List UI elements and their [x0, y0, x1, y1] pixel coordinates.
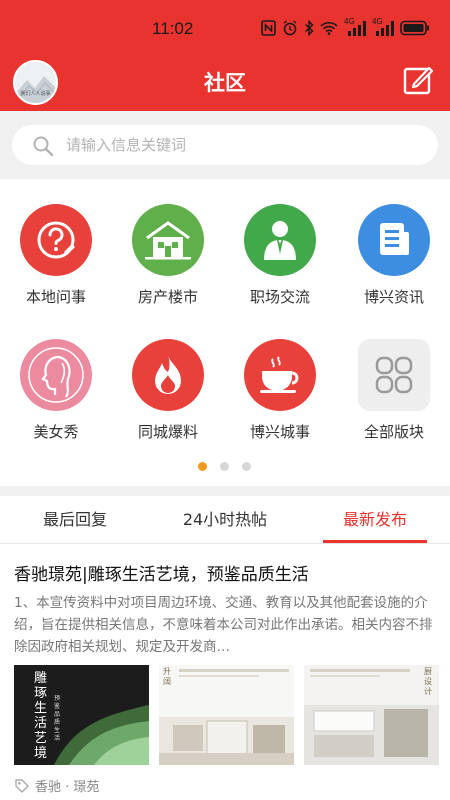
thumbnail-1-text: 雕琢生活艺境	[34, 671, 48, 761]
active-tab-underline	[323, 540, 427, 543]
post-description: 1、本宣传资料中对项目周边环境、交通、教育以及其他配套设施的介绍，旨在提供相关信…	[14, 595, 433, 655]
category-real-estate[interactable]: 房产楼市	[112, 204, 224, 307]
teacup-icon	[244, 339, 316, 411]
battery-icon	[400, 20, 429, 36]
category-label: 美女秀	[33, 423, 79, 441]
tab-last-reply[interactable]: 最后回复	[20, 496, 130, 544]
category-local-questions[interactable]: 本地问事	[0, 204, 112, 307]
question-icon	[20, 204, 92, 276]
search-icon	[33, 136, 54, 157]
category-label: 职场交流	[249, 288, 310, 306]
post-thumbnails: 雕琢生活艺境 预鉴品质生活 升阔 厨设计	[14, 665, 439, 765]
thumbnail-1-subtext: 预鉴品质生活	[54, 695, 61, 742]
signal-label-1: 4G	[344, 17, 355, 26]
thumbnail-art-3	[304, 669, 439, 765]
wifi-icon	[320, 22, 338, 35]
category-label: 本地问事	[25, 288, 86, 306]
post-thumbnail-3[interactable]: 厨设计	[304, 665, 439, 765]
category-news[interactable]: 博兴资讯	[338, 204, 450, 307]
category-label: 博兴资讯	[363, 288, 424, 306]
app-header: 11:02 4G 4G 我们人人说事 社区	[0, 0, 450, 111]
bluetooth-icon	[304, 20, 314, 36]
category-all-boards[interactable]: 全部版块	[338, 339, 450, 442]
category-city-events[interactable]: 博兴城事	[224, 339, 336, 442]
page-dot-3[interactable]	[242, 462, 251, 471]
section-divider	[0, 486, 450, 496]
search-box[interactable]	[12, 125, 438, 165]
nfc-icon	[261, 20, 276, 36]
document-icon	[358, 204, 430, 276]
category-breaking[interactable]: 同城爆料	[112, 339, 224, 442]
page-indicator	[198, 462, 251, 471]
businessman-icon	[244, 204, 316, 276]
status-bar: 11:02 4G 4G	[0, 0, 450, 54]
tab-24h-hot[interactable]: 24小时热帖	[170, 496, 280, 544]
category-label: 全部版块	[363, 423, 424, 441]
category-label: 博兴城事	[249, 423, 310, 441]
post-title[interactable]: 香驰璟苑|雕琢生活艺境，预鉴品质生活	[14, 560, 309, 585]
post-tag[interactable]: 香驰 · 璟苑	[14, 776, 99, 795]
list-item[interactable]: 香驰璟苑|雕琢生活艺境，预鉴品质生活 1、本宣传资料中对项目周边环境、交通、教育…	[0, 545, 450, 800]
thumbnail-art-2	[159, 669, 294, 765]
post-thumbnail-2[interactable]: 升阔	[159, 665, 294, 765]
signal-label-2: 4G	[372, 17, 383, 26]
status-icons: 4G 4G	[261, 17, 430, 36]
signal-icon-1: 4G	[344, 17, 366, 36]
category-beauty[interactable]: 美女秀	[0, 339, 112, 442]
category-workplace[interactable]: 职场交流	[224, 204, 336, 307]
house-icon	[132, 204, 204, 276]
post-thumbnail-1[interactable]: 雕琢生活艺境 预鉴品质生活	[14, 665, 149, 765]
status-time: 11:02	[152, 19, 194, 38]
search-area	[0, 111, 450, 179]
flame-icon	[132, 339, 204, 411]
search-input[interactable]	[66, 125, 406, 165]
woman-profile-icon	[20, 339, 92, 411]
page-dot-2[interactable]	[220, 462, 229, 471]
category-label: 同城爆料	[137, 423, 198, 441]
edit-post-icon[interactable]	[402, 64, 434, 96]
page-title: 社区	[204, 71, 246, 95]
sort-tabs: 最后回复 24小时热帖 最新发布	[0, 496, 450, 544]
signal-icon-2: 4G	[372, 17, 394, 36]
alarm-icon	[283, 20, 297, 36]
page-dot-1[interactable]	[198, 462, 207, 471]
category-grid: 本地问事 房产楼市 职场交流 博兴资讯 美女秀 同城爆料 博兴城事 全部版块	[0, 179, 450, 479]
tab-latest[interactable]: 最新发布	[320, 496, 430, 544]
category-label: 房产楼市	[137, 288, 198, 306]
tag-icon	[15, 778, 29, 793]
grid-icon	[358, 339, 430, 411]
tag-label: 香驰 · 璟苑	[35, 780, 100, 795]
